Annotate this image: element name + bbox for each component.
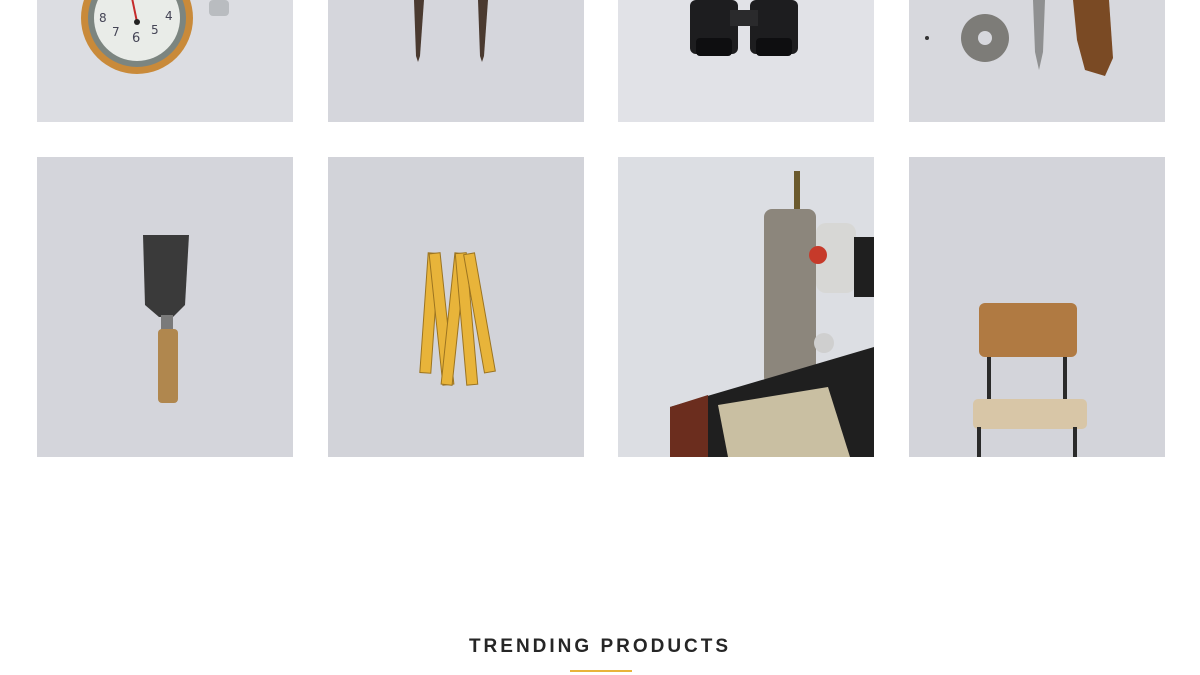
gallery-item-pencils[interactable]: [328, 0, 584, 122]
svg-text:6: 6: [132, 31, 140, 46]
washer-and-knives-icon: [909, 0, 1165, 122]
svg-text:5: 5: [151, 23, 159, 37]
svg-text:7: 7: [112, 25, 120, 39]
gallery-item-wall-clock[interactable]: 8 7 6 5 4: [37, 0, 293, 122]
putty-knife-icon: [37, 157, 293, 457]
folding-ruler-icon: [328, 157, 584, 457]
gallery-item-binoculars[interactable]: [618, 0, 874, 122]
trending-products-heading: TRENDING PRODUCTS: [468, 636, 732, 657]
pencils-icon: [328, 0, 584, 122]
sewing-machine-icon: [618, 157, 874, 457]
wooden-chair-icon: [909, 157, 1165, 457]
heading-underline: [570, 670, 632, 672]
svg-text:4: 4: [165, 9, 173, 23]
svg-text:8: 8: [99, 11, 107, 25]
gallery-item-putty-knife[interactable]: [37, 157, 293, 457]
wall-clock-icon: 8 7 6 5 4: [37, 0, 293, 122]
gallery-item-sewing-machine[interactable]: [618, 157, 874, 457]
gallery-item-folding-ruler[interactable]: [328, 157, 584, 457]
gallery-item-wooden-chair[interactable]: [909, 157, 1165, 457]
gallery-item-washer-and-knives[interactable]: [909, 0, 1165, 122]
binoculars-icon: [618, 0, 874, 122]
